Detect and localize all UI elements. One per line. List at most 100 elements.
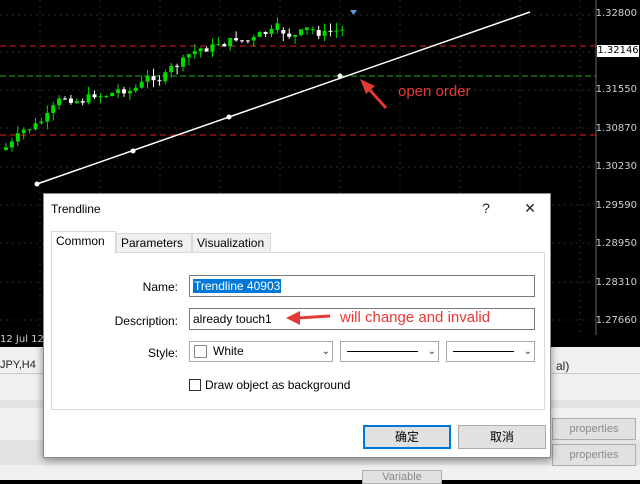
dialog-title: Trendline xyxy=(51,202,101,216)
candle-body xyxy=(63,98,67,100)
candle-body xyxy=(287,33,292,37)
tab-visualization[interactable]: Visualization xyxy=(192,233,271,253)
candle-body xyxy=(74,101,79,103)
line-width-select[interactable]: ⌄ xyxy=(446,341,535,362)
candle-body xyxy=(157,80,162,82)
dialog-titlebar[interactable]: Trendline ? ✕ xyxy=(44,194,550,223)
candle-body xyxy=(322,30,327,36)
properties-button[interactable]: properties xyxy=(552,444,636,466)
candle-body xyxy=(68,98,73,103)
tab-common[interactable]: Common xyxy=(51,231,116,254)
candle-body xyxy=(245,40,250,42)
color-select[interactable]: White ⌄ xyxy=(189,341,333,362)
symbol-tab[interactable]: JPY,H4 xyxy=(0,359,36,371)
draw-background-option[interactable]: Draw object as background xyxy=(189,378,350,392)
candle-body xyxy=(181,57,185,67)
candle-body xyxy=(222,44,227,47)
candle-body xyxy=(263,32,268,34)
candle-body xyxy=(192,51,197,55)
candle-body xyxy=(51,105,56,113)
description-label: Description: xyxy=(114,314,178,328)
cancel-button[interactable]: 取消 xyxy=(458,425,546,449)
candle-body xyxy=(57,98,62,106)
candle-body xyxy=(104,96,109,98)
price-tick: 1.27660 xyxy=(595,315,637,326)
candle-body xyxy=(240,40,244,42)
candle-body xyxy=(210,44,215,52)
candle-body xyxy=(98,96,103,98)
candle-body xyxy=(39,121,44,124)
price-tick: 1.30870 xyxy=(595,123,637,134)
name-value: Trendline 40903 xyxy=(193,279,282,293)
color-value: White xyxy=(213,344,244,358)
candle-body xyxy=(122,89,126,94)
candle-body xyxy=(198,48,203,52)
chart-tab-partial[interactable]: al) xyxy=(556,359,569,373)
candle-body xyxy=(186,54,191,58)
price-tick: 1.31550 xyxy=(595,84,637,95)
draw-background-label: Draw object as background xyxy=(205,378,351,392)
style-label: Style: xyxy=(147,346,178,360)
trendline-anchor xyxy=(34,181,40,187)
tab-parameters[interactable]: Parameters xyxy=(116,233,192,253)
candle-body xyxy=(269,28,274,34)
common-tab-panel: Name: Trendline 40903 Description: alrea… xyxy=(51,252,545,410)
current-price-box: 1.32146 xyxy=(597,45,639,57)
candle-body xyxy=(340,29,345,31)
candle-body xyxy=(293,35,298,37)
line-style-select[interactable]: ⌄ xyxy=(340,341,439,362)
candle-body xyxy=(163,72,168,82)
will-change-annotation: will change and invalid xyxy=(340,309,491,326)
candle-body xyxy=(275,23,280,30)
candle-body xyxy=(328,30,333,32)
name-label: Name: xyxy=(142,280,178,294)
candle-body xyxy=(145,76,150,82)
variable-field[interactable]: Variable xyxy=(362,470,442,484)
name-input[interactable]: Trendline 40903 xyxy=(189,275,535,297)
ok-button[interactable]: 确定 xyxy=(363,425,451,449)
candle-body xyxy=(281,30,286,34)
properties-button[interactable]: properties xyxy=(552,418,636,440)
line-style-preview xyxy=(347,351,418,352)
candle-body xyxy=(234,38,239,41)
candle-body xyxy=(80,101,85,103)
help-button[interactable]: ? xyxy=(472,196,500,220)
chart-shift-marker xyxy=(350,10,357,15)
candle-body xyxy=(27,129,32,131)
draw-background-checkbox[interactable] xyxy=(189,379,201,391)
candle-body xyxy=(9,141,14,148)
candle-body xyxy=(127,90,132,94)
close-button[interactable]: ✕ xyxy=(516,196,544,220)
candle-body xyxy=(304,27,309,30)
price-tick: 1.28950 xyxy=(595,238,637,249)
candle-body xyxy=(15,133,20,142)
trendline-anchor xyxy=(226,114,232,120)
price-tick: 1.28310 xyxy=(595,277,637,288)
chevron-down-icon: ⌄ xyxy=(523,346,532,357)
candle-body xyxy=(116,89,121,93)
open-order-annotation: open order xyxy=(398,83,471,100)
price-tick: 1.32800 xyxy=(595,8,637,19)
candle-body xyxy=(228,38,233,47)
trendline-anchor xyxy=(337,73,343,79)
chevron-down-icon: ⌄ xyxy=(321,346,330,357)
trendline-anchor xyxy=(130,148,136,154)
line-width-preview xyxy=(453,351,514,352)
candle-body xyxy=(251,36,256,41)
candle-body xyxy=(216,44,221,46)
candle-body xyxy=(257,32,262,37)
price-tick: 1.29590 xyxy=(595,200,637,211)
color-swatch xyxy=(194,345,207,358)
candle-body xyxy=(175,65,180,67)
candle-body xyxy=(110,92,115,97)
candle-body xyxy=(92,94,97,98)
candle-body xyxy=(204,48,209,52)
candle-body xyxy=(299,29,303,36)
price-tick: 1.30230 xyxy=(595,161,637,172)
candle-body xyxy=(169,65,174,73)
candle-body xyxy=(86,94,91,103)
candle-body xyxy=(139,81,144,88)
description-value: already touch1 xyxy=(193,312,272,326)
candle-body xyxy=(45,112,50,122)
candle-body xyxy=(33,123,38,130)
